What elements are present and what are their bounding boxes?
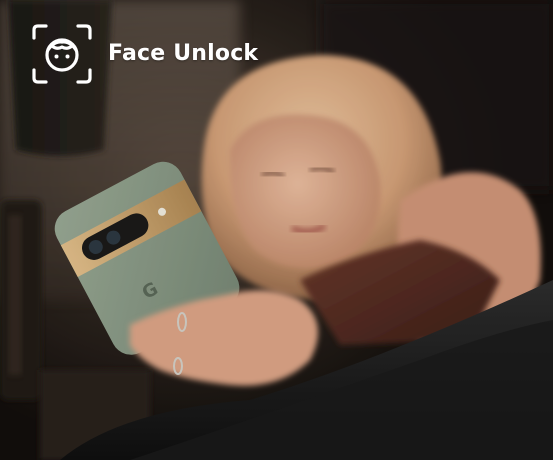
promo-image-frame: G Face Unlock	[0, 0, 553, 460]
feature-title: Face Unlock	[108, 41, 259, 66]
face-unlock-badge: Face Unlock	[30, 22, 258, 86]
face-scan-icon	[32, 24, 92, 84]
